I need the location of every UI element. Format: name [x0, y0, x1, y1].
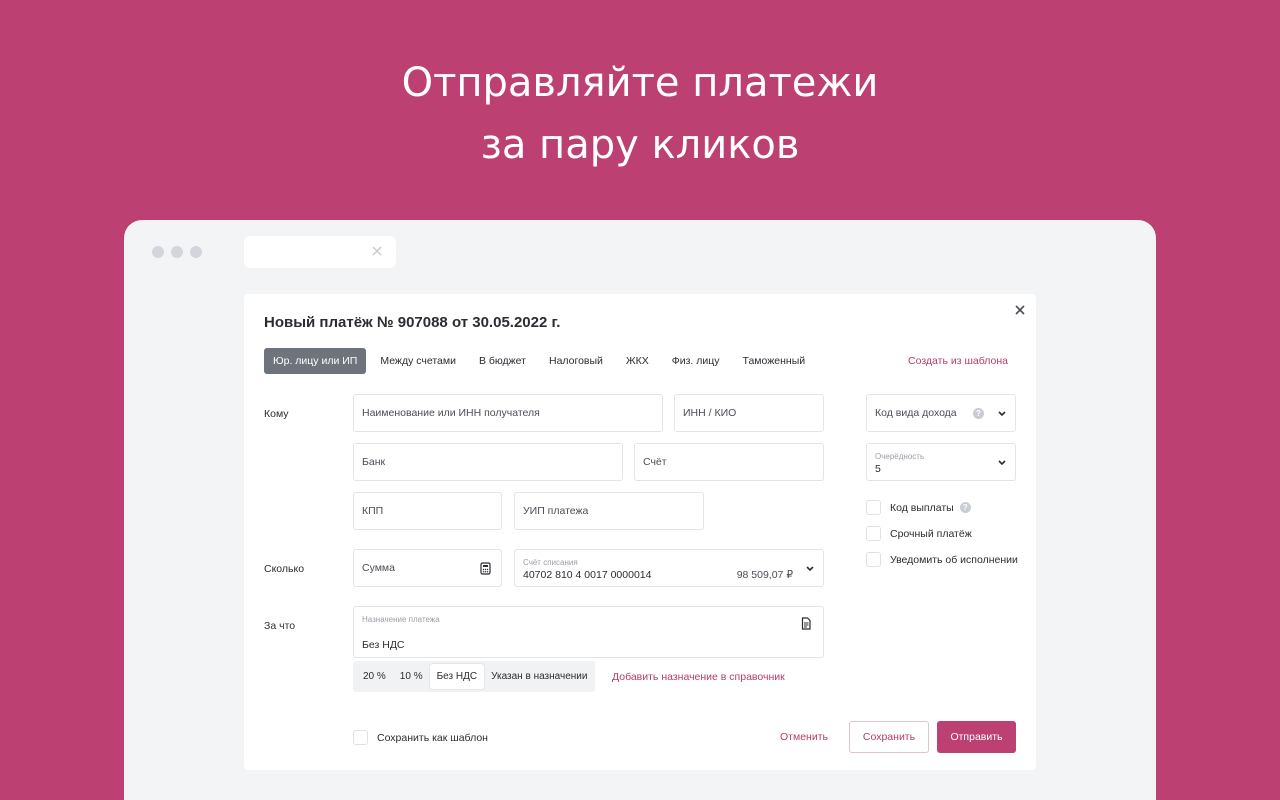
browser-window: Новый платёж № 907088 от 30.05.2022 г. Ю… [124, 220, 1156, 800]
vat-option-in-purpose[interactable]: Указан в назначении [484, 664, 594, 689]
calculator-icon[interactable] [480, 562, 491, 575]
debit-account-value: 40702 810 4 0017 0000014 [523, 569, 652, 581]
document-icon[interactable] [801, 617, 811, 630]
vat-selector: 20 % 10 % Без НДС Указан в назначении [353, 661, 595, 692]
browser-tab[interactable] [244, 236, 396, 268]
chevron-down-icon [998, 460, 1006, 466]
notify-label: Уведомить об исполнении [890, 553, 1018, 566]
tab-legal-entity[interactable]: Юр. лицу или ИП [264, 348, 367, 374]
tab-tax[interactable]: Налоговый [540, 348, 612, 374]
window-dot-icon[interactable] [152, 246, 164, 258]
bank-placeholder: Банк [362, 456, 386, 468]
hero-line-1: Отправляйте платежи [401, 60, 879, 106]
save-button[interactable]: Сохранить [849, 721, 929, 753]
tab-budget[interactable]: В бюджет [470, 348, 535, 374]
payment-code-option: Код выплаты ? [866, 500, 971, 515]
close-icon[interactable] [370, 244, 384, 258]
urgent-option: Срочный платёж [866, 526, 972, 541]
account-input[interactable]: Счёт [634, 443, 824, 481]
payment-code-label: Код выплаты [890, 501, 954, 514]
debit-account-label: Счёт списания [523, 558, 578, 567]
save-template-checkbox[interactable] [353, 730, 368, 745]
vat-option-20[interactable]: 20 % [356, 664, 393, 689]
purpose-value: Без НДС [362, 639, 405, 651]
tab-individual[interactable]: Физ. лицу [663, 348, 729, 374]
inn-input[interactable]: ИНН / КИО [674, 394, 824, 432]
payment-code-checkbox[interactable] [866, 500, 881, 515]
chevron-down-icon [998, 411, 1006, 417]
purpose-label: За что [264, 620, 296, 632]
debit-account-select[interactable]: Счёт списания 40702 810 4 0017 0000014 9… [514, 549, 824, 587]
account-placeholder: Счёт [643, 456, 667, 468]
chevron-down-icon [806, 566, 814, 572]
recipient-placeholder: Наименование или ИНН получателя [362, 407, 540, 419]
income-code-select[interactable]: Код вида дохода ? [866, 394, 1016, 432]
tab-customs[interactable]: Таможенный [734, 348, 815, 374]
hero-heading: Отправляйте платежи за пару кликов [0, 52, 1280, 176]
help-icon[interactable]: ? [959, 502, 971, 513]
urgent-checkbox[interactable] [866, 526, 881, 541]
window-dot-icon[interactable] [171, 246, 183, 258]
purpose-field-label: Назначение платежа [362, 615, 440, 624]
payment-dialog: Новый платёж № 907088 от 30.05.2022 г. Ю… [244, 294, 1036, 770]
cancel-button[interactable]: Отменить [780, 731, 828, 743]
tab-between-accounts[interactable]: Между счетами [371, 348, 465, 374]
kpp-placeholder: КПП [362, 505, 384, 517]
uip-input[interactable]: УИП платежа [514, 492, 704, 530]
hero-line-2: за пару кликов [480, 122, 800, 168]
save-template-label: Сохранить как шаблон [377, 731, 488, 744]
close-icon[interactable] [1014, 304, 1026, 316]
to-label: Кому [264, 408, 289, 420]
create-from-template-link[interactable]: Создать из шаблона [908, 355, 1008, 367]
recipient-input[interactable]: Наименование или ИНН получателя [353, 394, 663, 432]
vat-option-none[interactable]: Без НДС [429, 664, 485, 689]
debit-account-balance: 98 509,07 ₽ [736, 569, 793, 581]
sum-input[interactable]: Сумма [353, 549, 502, 587]
window-controls [152, 246, 202, 258]
payment-type-tabs: Юр. лицу или ИП Между счетами В бюджет Н… [264, 348, 819, 374]
vat-option-10[interactable]: 10 % [393, 664, 430, 689]
add-to-directory-link[interactable]: Добавить назначение в справочник [612, 671, 785, 683]
purpose-textarea[interactable]: Назначение платежа Без НДС [353, 606, 824, 658]
urgent-label: Срочный платёж [890, 527, 972, 540]
help-icon[interactable]: ? [973, 408, 984, 419]
dialog-title: Новый платёж № 907088 от 30.05.2022 г. [264, 314, 561, 331]
kpp-input[interactable]: КПП [353, 492, 502, 530]
income-code-placeholder: Код вида дохода [875, 407, 957, 419]
notify-checkbox[interactable] [866, 552, 881, 567]
window-dot-icon[interactable] [190, 246, 202, 258]
priority-label: Очерёдность [875, 452, 925, 461]
save-template-option: Сохранить как шаблон [353, 730, 488, 745]
bank-input[interactable]: Банк [353, 443, 623, 481]
priority-select[interactable]: Очерёдность 5 [866, 443, 1016, 481]
priority-value: 5 [875, 463, 881, 475]
tab-utilities[interactable]: ЖКХ [617, 348, 658, 374]
notify-option: Уведомить об исполнении [866, 552, 1018, 567]
sum-placeholder: Сумма [362, 562, 395, 574]
amount-label: Сколько [264, 563, 305, 575]
uip-placeholder: УИП платежа [523, 505, 589, 517]
inn-placeholder: ИНН / КИО [683, 407, 737, 419]
send-button[interactable]: Отправить [937, 721, 1016, 753]
